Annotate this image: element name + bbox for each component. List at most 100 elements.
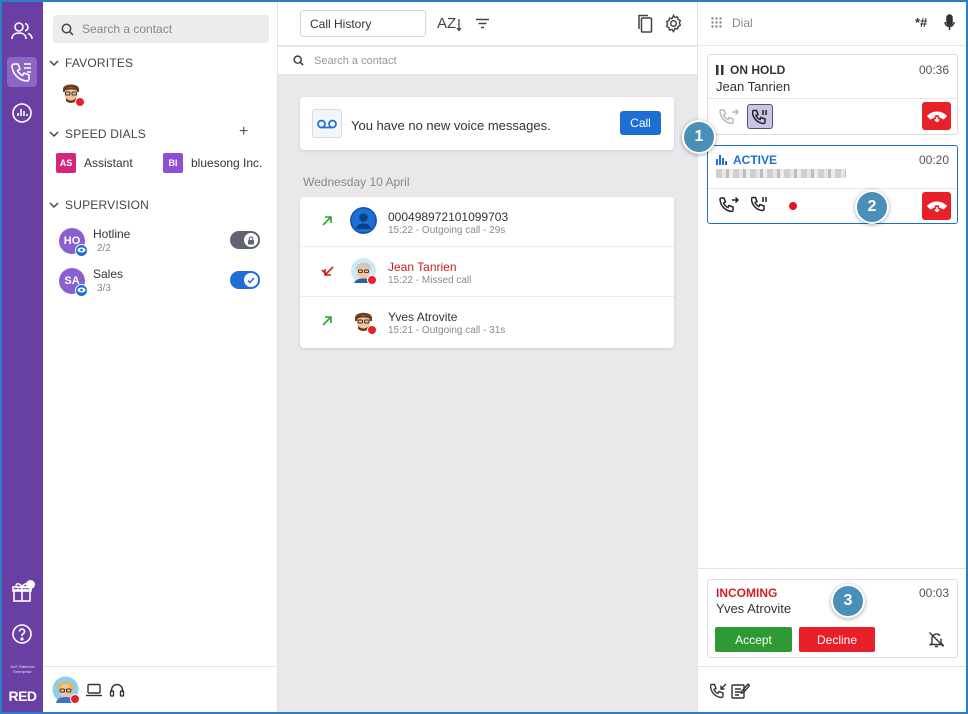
presence-dnd-dot (367, 325, 377, 335)
missed-call-icon (321, 265, 335, 277)
incoming-separator (698, 568, 966, 569)
dial-bar[interactable]: Dial *# (698, 2, 966, 46)
laptop-icon[interactable] (85, 683, 103, 697)
my-avatar[interactable] (52, 676, 80, 704)
active-status: ACTIVE (716, 153, 777, 167)
voicemail-card: You have no new voice messages. Call (300, 97, 674, 150)
nav-help[interactable] (7, 619, 37, 649)
nav-call-history[interactable] (7, 57, 37, 87)
supervision-group-hotline[interactable]: HO Hotline 2/2 (59, 227, 131, 257)
check-icon (244, 273, 258, 287)
sort-az-button[interactable]: AZ (437, 15, 462, 32)
speed-dial-bluesong[interactable]: BI bluesong Inc. (163, 153, 262, 173)
group-name: Hotline (93, 227, 131, 241)
call-card-on-hold[interactable]: ON HOLD 00:36 Jean Tanrien (707, 54, 958, 135)
audio-level-icon (716, 155, 727, 165)
accept-button[interactable]: Accept (715, 627, 792, 652)
group-count: 3/3 (97, 283, 111, 294)
rainbow-app-window: ALE Rainbow Enterprise RED FAVORITES SPE… (0, 0, 968, 714)
call-voicemail-button[interactable]: Call (620, 111, 661, 135)
speed-dial-assistant[interactable]: AS Assistant (56, 153, 133, 173)
transfer-icon[interactable] (719, 108, 739, 126)
hangup-icon (926, 200, 947, 212)
notification-dot (26, 580, 35, 589)
history-search[interactable] (278, 47, 697, 75)
call-row-2[interactable]: Yves Atrovite 15:21 - Outgoing call - 31… (300, 297, 674, 347)
speed-dial-name: bluesong Inc. (191, 156, 263, 170)
favorites-header[interactable]: FAVORITES (49, 56, 133, 70)
presence-dnd-dot (367, 275, 377, 285)
dialpad-icon (711, 17, 722, 29)
incoming-caller-name: Yves Atrovite (716, 601, 792, 616)
speed-dial-badge: AS (56, 153, 76, 173)
outgoing-arrow-icon (321, 215, 333, 227)
date-heading: Wednesday 10 April (303, 175, 410, 189)
decline-button[interactable]: Decline (799, 627, 875, 652)
settings-gear-icon[interactable] (664, 14, 683, 33)
favorite-avatar[interactable] (59, 80, 85, 107)
dial-input[interactable]: Dial (732, 16, 753, 30)
call-row-0[interactable]: 000498972101099703 15:22 - Outgoing call… (300, 197, 674, 247)
lock-icon (244, 233, 258, 247)
card-divider (708, 98, 957, 99)
supervision-toggle-hotline[interactable] (230, 231, 260, 249)
call-history-panel: Call History AZ You have no new voice me… (278, 2, 697, 712)
activity-icon (11, 102, 33, 124)
hangup-active-button[interactable] (922, 192, 951, 220)
call-card-active[interactable]: ACTIVE 00:20 (707, 145, 958, 224)
voicemail-message: You have no new voice messages. (351, 118, 551, 133)
call-row-1[interactable]: Jean Tanrien 15:22 - Missed call (300, 247, 674, 297)
brand-logo: RED (8, 688, 37, 704)
contact-search[interactable] (53, 15, 269, 43)
brand-caption: ALE Rainbow Enterprise (10, 664, 35, 674)
record-button[interactable] (789, 202, 797, 210)
help-icon (11, 623, 33, 645)
resume-hold-button[interactable] (747, 104, 773, 129)
speed-dials-title: SPEED DIALS (65, 127, 146, 141)
caller-name: Yves Atrovite (388, 310, 458, 324)
phone-pause-icon (751, 109, 769, 125)
call-forward-icon[interactable] (710, 683, 727, 699)
add-speed-dial-button[interactable]: + (239, 123, 248, 141)
history-toolbar: Call History AZ (278, 2, 697, 46)
keypad-button[interactable]: *# (915, 15, 927, 30)
nav-contacts[interactable] (7, 16, 37, 46)
call-notes-icon[interactable] (731, 682, 750, 699)
group-avatar: SA (59, 267, 88, 297)
incoming-status: INCOMING (716, 586, 778, 600)
call-meta: 15:22 - Missed call (388, 275, 472, 286)
supervision-header[interactable]: SUPERVISION (49, 198, 149, 212)
call-list: 000498972101099703 15:22 - Outgoing call… (300, 197, 674, 348)
caller-name: 000498972101099703 (388, 210, 509, 224)
bell-off-icon[interactable] (928, 631, 945, 648)
filter-icon[interactable] (475, 18, 490, 29)
supervision-toggle-sales[interactable] (230, 271, 260, 289)
sort-arrow-icon (456, 18, 462, 32)
contacts-panel: FAVORITES SPEED DIALS + AS Assistant BI … (43, 2, 278, 712)
contact-search-input[interactable] (82, 22, 252, 36)
hold-call-icon[interactable] (751, 196, 769, 213)
supervision-group-sales[interactable]: SA Sales 3/3 (59, 267, 124, 297)
history-search-input[interactable] (314, 54, 614, 67)
headset-icon[interactable] (109, 682, 125, 698)
voicemail-icon (312, 109, 342, 138)
nav-activity[interactable] (7, 98, 37, 128)
caller-name: Jean Tanrien (388, 260, 457, 274)
call-card-incoming[interactable]: INCOMING 00:03 Yves Atrovite Accept Decl… (707, 579, 958, 658)
speed-dials-header[interactable]: SPEED DIALS (49, 127, 146, 141)
search-icon (293, 55, 304, 66)
hangup-hold-button[interactable] (922, 102, 951, 130)
copy-icon[interactable] (637, 14, 653, 33)
hold-status: ON HOLD (716, 63, 785, 77)
microphone-icon[interactable] (944, 14, 955, 31)
history-view-selector[interactable]: Call History (300, 10, 426, 37)
call-meta: 15:22 - Outgoing call - 29s (388, 225, 506, 236)
callout-tag-3: 3 (831, 584, 865, 618)
nav-rail: ALE Rainbow Enterprise RED (2, 2, 43, 712)
speed-dial-badge: BI (163, 153, 183, 173)
transfer-icon[interactable] (719, 196, 739, 214)
redacted-caller-number (716, 169, 846, 178)
group-name: Sales (93, 267, 124, 281)
supervision-title: SUPERVISION (65, 198, 150, 212)
chevron-down-icon (49, 130, 59, 138)
